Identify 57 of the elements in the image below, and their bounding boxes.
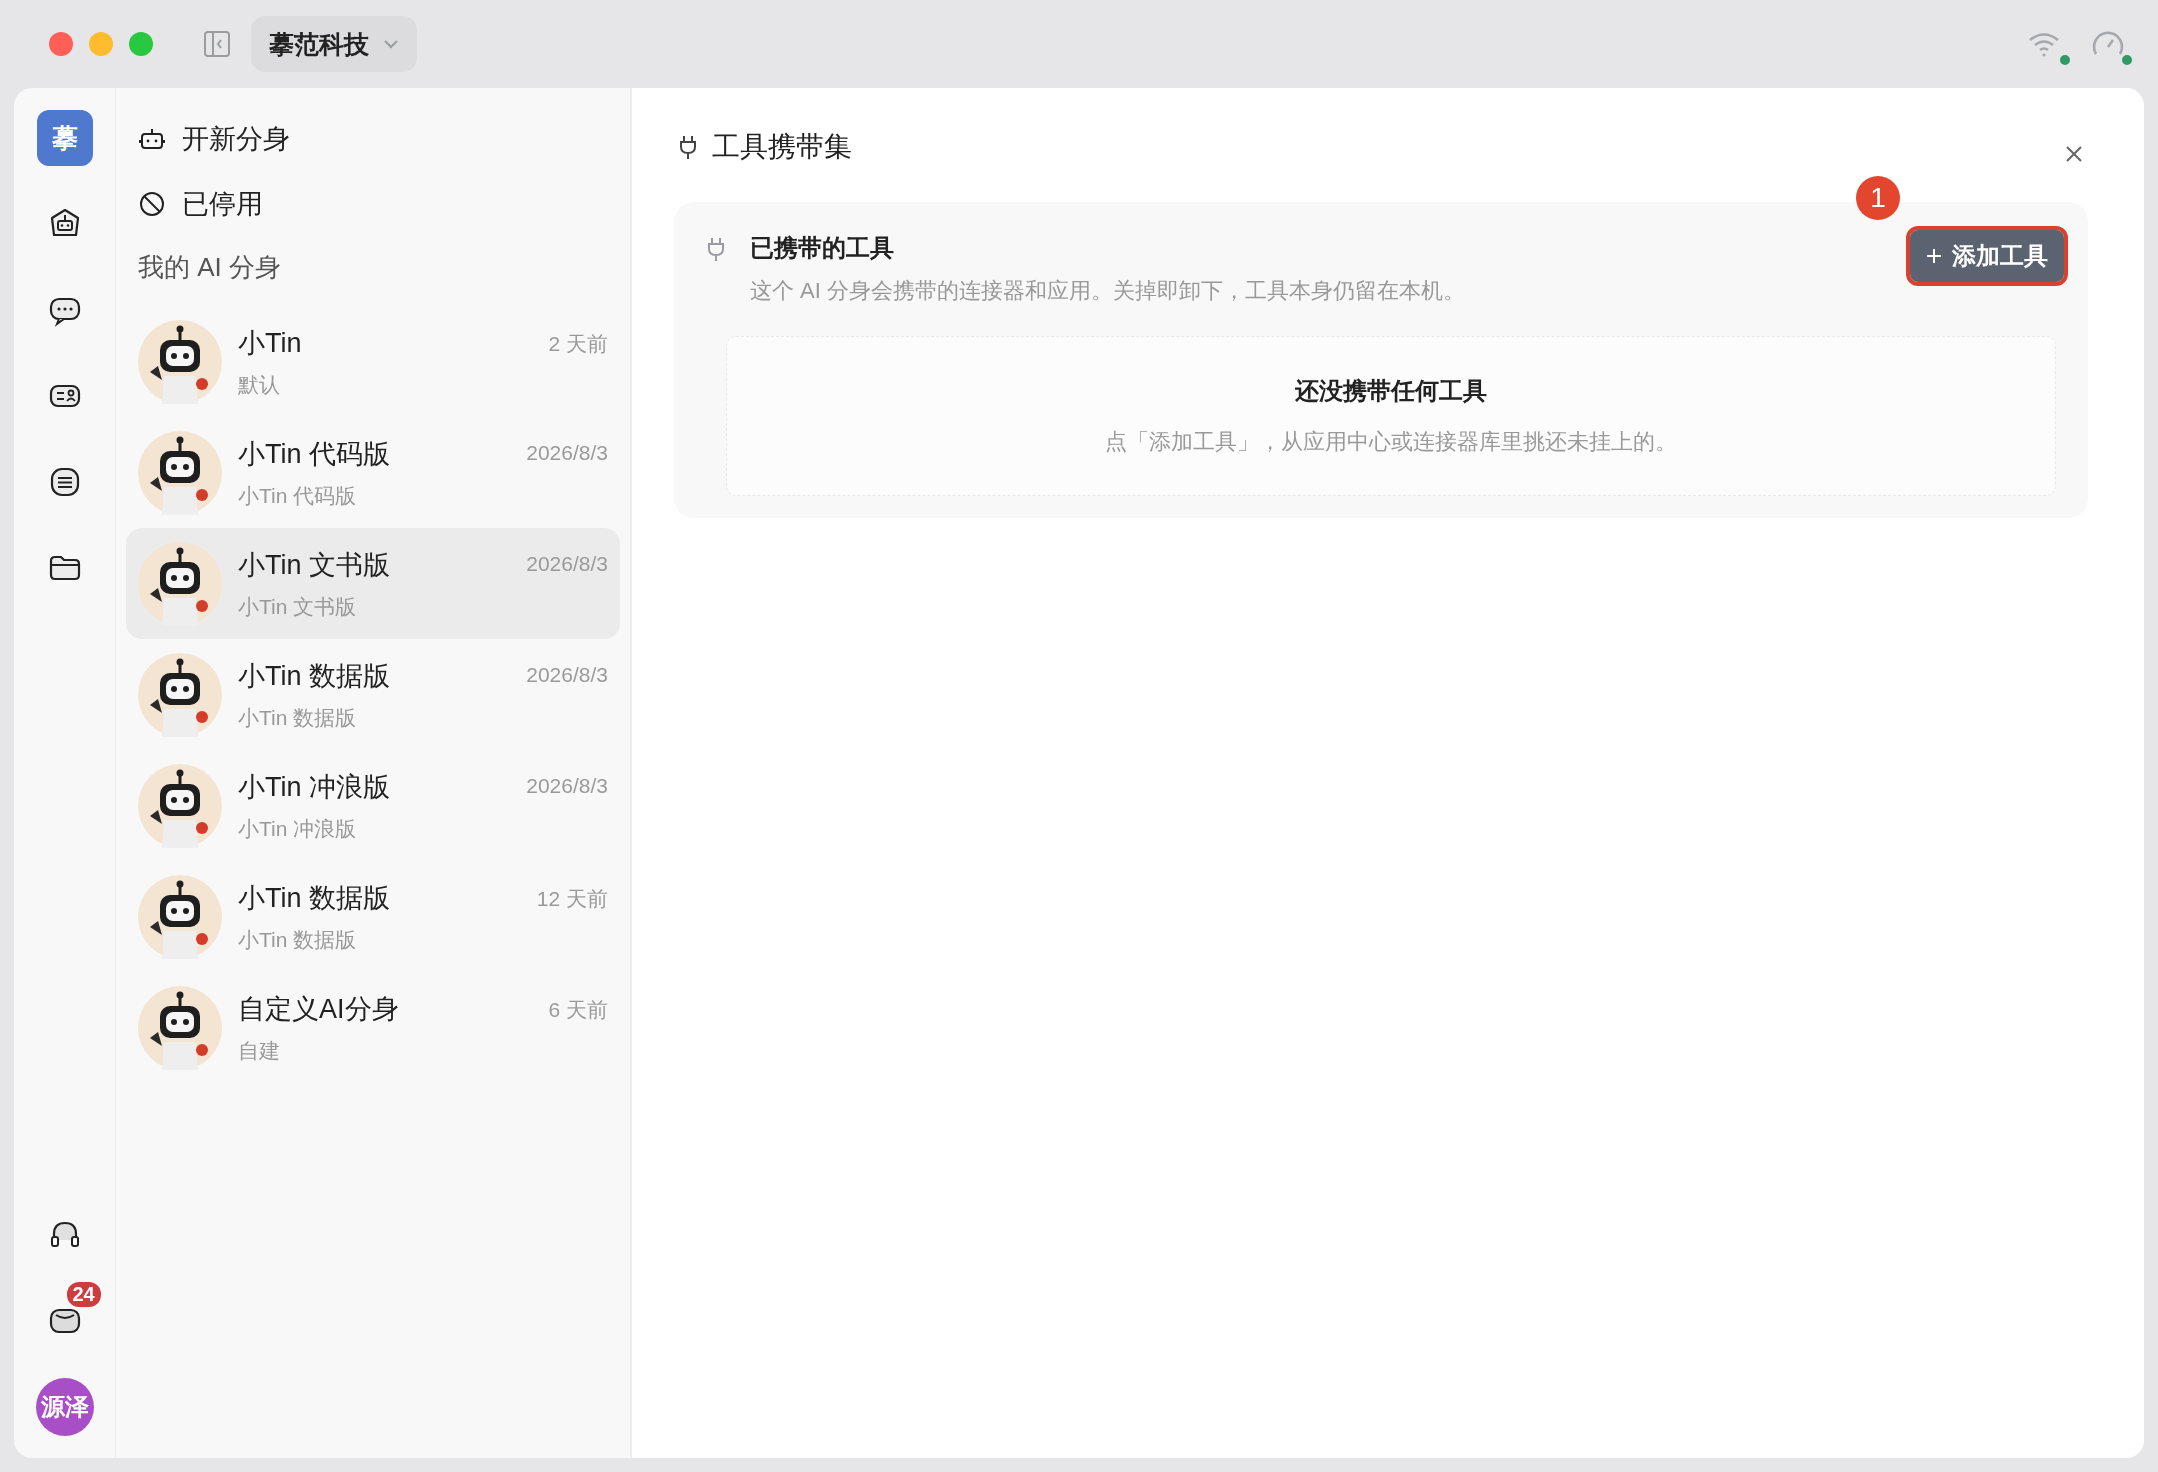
agent-item[interactable]: 小Tin 数据版 小Tin 数据版 12 天前: [126, 861, 620, 972]
wifi-status-icon[interactable]: [2028, 30, 2072, 66]
agent-time: 2 天前: [548, 331, 608, 357]
prohibited-icon: [138, 189, 166, 218]
section-title: 我的 AI 分身: [137, 250, 282, 284]
agent-item[interactable]: 小Tin 文书版 小Tin 文书版 2026/8/3: [126, 528, 620, 639]
agent-item[interactable]: 自定义AI分身 自建 6 天前: [126, 972, 620, 1083]
plug-icon: [706, 236, 726, 262]
agent-time: 6 天前: [548, 997, 608, 1023]
empty-title: 还没携带任何工具: [1295, 376, 1487, 406]
robot-avatar-icon: [138, 652, 222, 737]
agent-subtitle: 小Tin 数据版: [238, 704, 358, 731]
panel-title: 工具携带集: [712, 130, 852, 164]
robot-avatar-icon: [138, 874, 222, 959]
agent-name: 小Tin 数据版: [238, 881, 391, 915]
agent-subtitle: 小Tin 数据版: [238, 926, 358, 953]
workspace-logo[interactable]: 摹: [36, 110, 93, 166]
gauge-status-icon[interactable]: [2090, 30, 2134, 66]
agent-item[interactable]: 小Tin 默认 2 天前: [126, 306, 620, 417]
empty-hint: 点「添加工具」，从应用中心或连接器库里挑还未挂上的。: [1105, 428, 1677, 456]
section-description: 这个 AI 分身会携带的连接器和应用。关掉即卸下，工具本身仍留在本机。: [750, 277, 1466, 305]
user-avatar[interactable]: 源泽: [35, 1378, 94, 1436]
agent-name: 小Tin 代码版: [238, 437, 391, 471]
robot-avatar-icon: [138, 541, 222, 626]
caret-icon: [383, 39, 399, 49]
robot-avatar-icon: [138, 985, 222, 1070]
section-heading: 已携带的工具: [750, 233, 895, 263]
agent-subtitle: 小Tin 冲浪版: [238, 815, 358, 842]
agent-name: 小Tin: [238, 326, 303, 360]
agent-subtitle: 小Tin 代码版: [238, 482, 358, 509]
agent-name: 小Tin 数据版: [238, 659, 391, 693]
plug-icon: [678, 134, 698, 160]
annotation-marker: 1: [1856, 176, 1900, 220]
agent-name: 小Tin 文书版: [238, 548, 391, 582]
robot-avatar-icon: [138, 763, 222, 848]
agent-time: 2026/8/3: [526, 663, 608, 687]
agent-subtitle: 小Tin 文书版: [238, 593, 358, 620]
agent-time: 2026/8/3: [526, 774, 608, 798]
menu-item[interactable]: 已停用: [126, 171, 620, 236]
sidebar-toggle-icon[interactable]: [203, 30, 231, 58]
agent-time: 2026/8/3: [526, 441, 608, 465]
agent-name: 小Tin 冲浪版: [238, 770, 391, 804]
menu-item[interactable]: 开新分身: [126, 106, 620, 171]
agent-name: 自定义AI分身: [238, 992, 400, 1026]
agent-item[interactable]: 小Tin 数据版 小Tin 数据版 2026/8/3: [126, 639, 620, 750]
robot-avatar-icon: [138, 430, 222, 515]
agent-subtitle: 自建: [238, 1037, 281, 1064]
robot-avatar-icon: [138, 319, 222, 404]
agent-item[interactable]: 小Tin 代码版 小Tin 代码版 2026/8/3: [126, 417, 620, 528]
unread-count-badge: 24: [66, 1282, 101, 1307]
workspace-switcher[interactable]: 摹范科技: [251, 16, 417, 72]
agent-time: 12 天前: [536, 886, 608, 912]
plus-icon: [1926, 248, 1942, 264]
agent-subtitle: 默认: [238, 371, 281, 398]
close-icon[interactable]: [2064, 144, 2084, 164]
agent-item[interactable]: 小Tin 冲浪版 小Tin 冲浪版 2026/8/3: [126, 750, 620, 861]
agent-time: 2026/8/3: [526, 552, 608, 576]
